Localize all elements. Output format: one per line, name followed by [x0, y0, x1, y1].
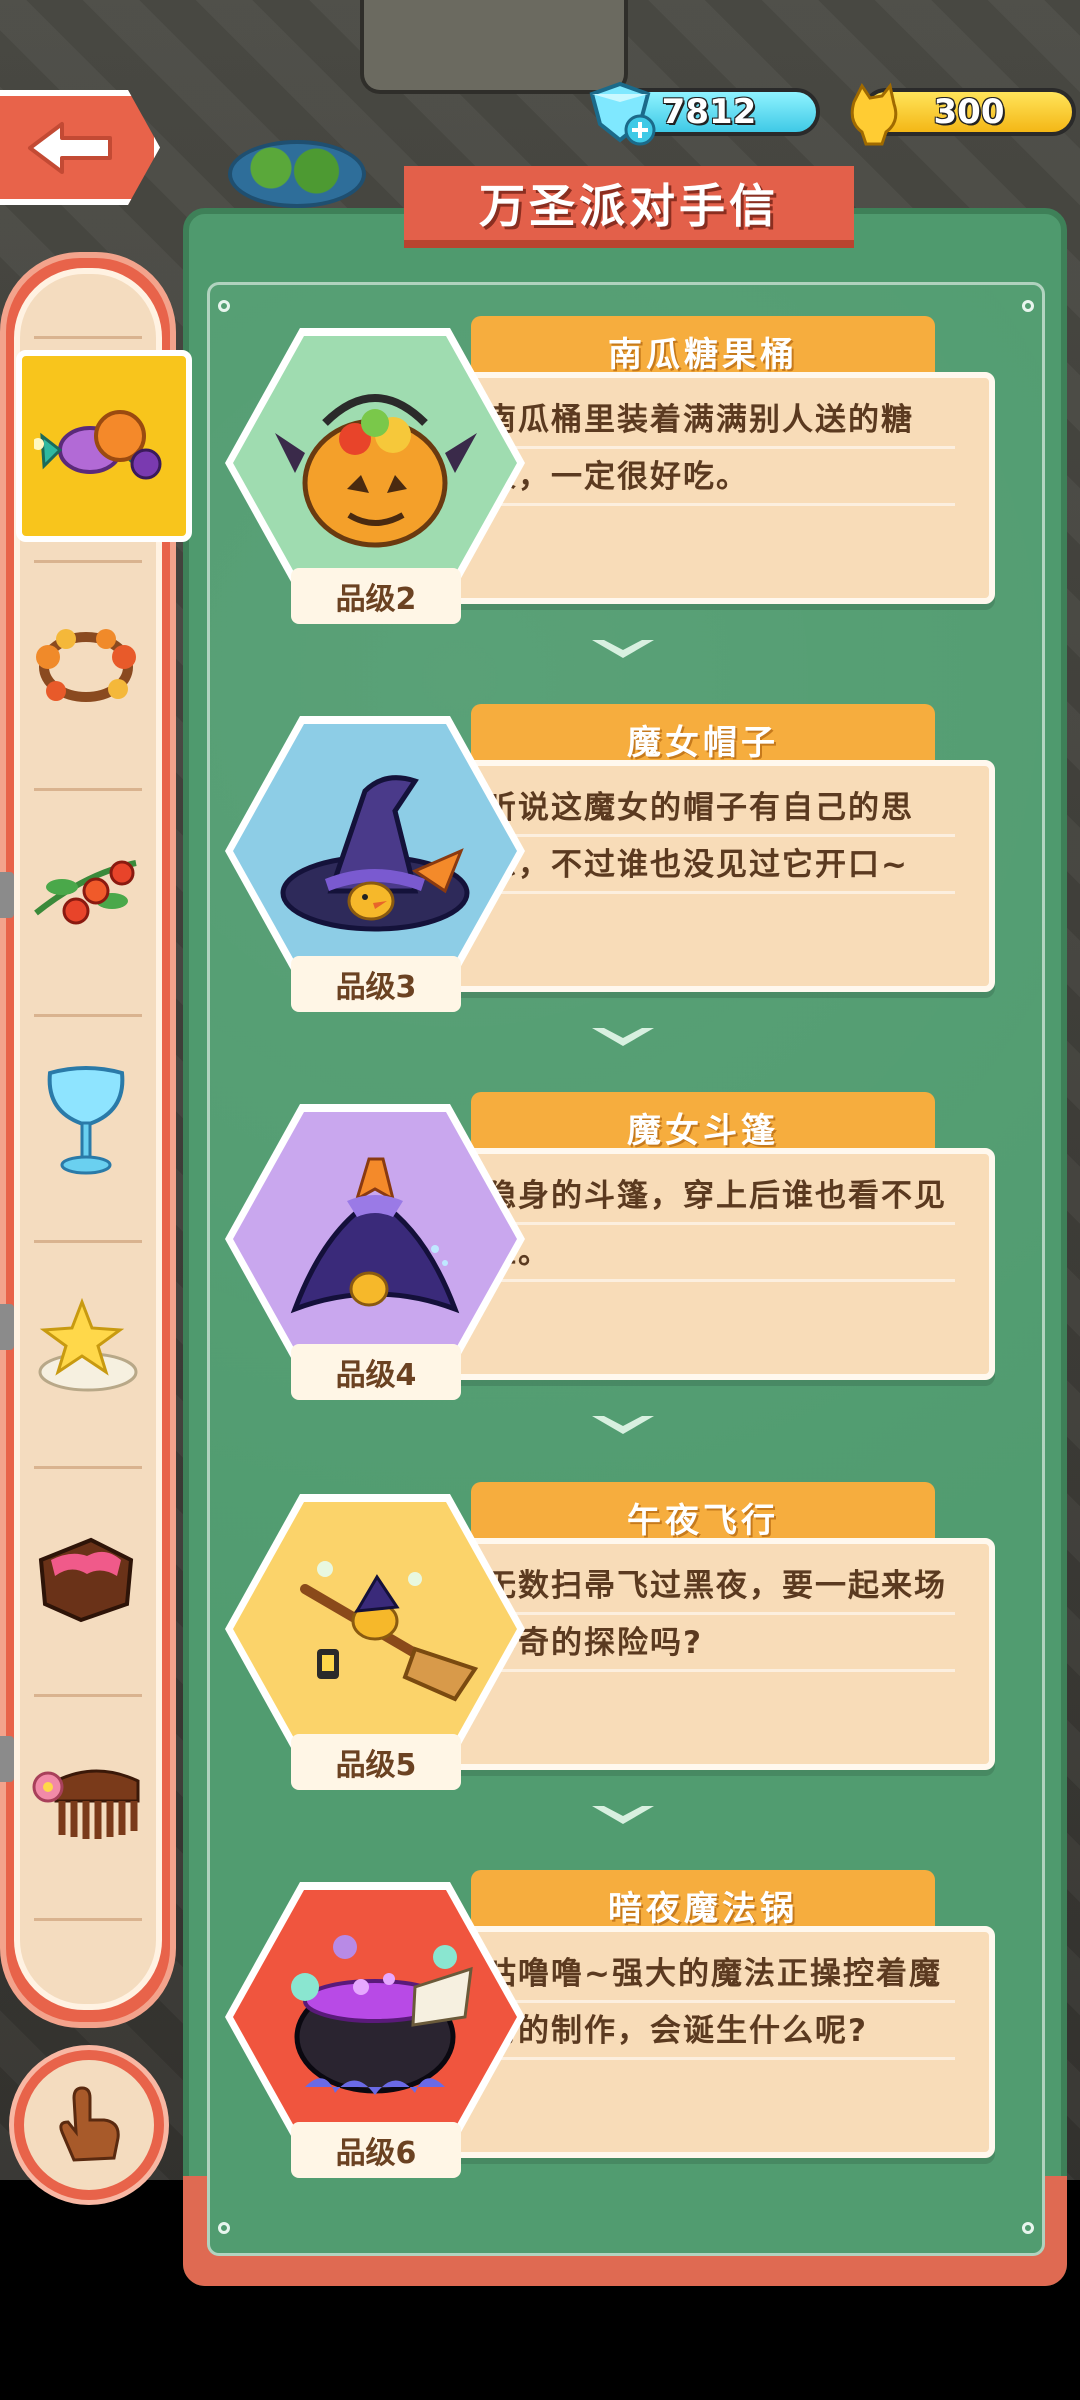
sidebar-item-candy[interactable]	[16, 350, 192, 542]
sidebar-divider	[34, 1466, 142, 1469]
gem-count: 7812	[661, 92, 757, 132]
scroll-notch	[0, 872, 14, 918]
item-description-box: 咕噜噜~强大的魔法正操控着魔药的制作，会诞生什么呢?	[445, 1926, 995, 2158]
sidebar-item-berries[interactable]	[26, 828, 146, 958]
item-description-box: 无数扫帚飞过黑夜，要一起来场神奇的探险吗?	[445, 1538, 995, 1770]
sidebar-divider	[34, 1240, 142, 1243]
sidebar-divider	[34, 560, 142, 563]
corner-dot	[1022, 300, 1034, 312]
crystal-goblet-icon	[47, 1066, 125, 1175]
sidebar-item-wreath[interactable]	[26, 602, 146, 732]
page-title: 万圣派对手信	[404, 166, 854, 248]
item-icon-bg	[233, 1502, 517, 1756]
berry-branch-icon	[34, 860, 137, 925]
witch-cloak-icon	[290, 1157, 460, 1314]
item-description: 咕噜噜~强大的魔法正操控着魔药的制作，会诞生什么呢?	[485, 1946, 955, 2060]
item-grade: 品级3	[291, 956, 461, 1012]
chevron-down-icon	[592, 640, 654, 658]
item-card[interactable]: 南瓜糖果桶 南瓜桶里装着满满别人送的糖果，一定很好吃。 品级2	[225, 316, 1015, 646]
item-description: 听说这魔女的帽子有自己的思想，不过谁也没见过它开口~	[485, 780, 955, 894]
item-description-box: 隐身的斗篷，穿上后谁也看不见谁。	[445, 1148, 995, 1380]
autumn-wreath-icon	[36, 629, 136, 702]
item-card[interactable]: 魔女斗篷 隐身的斗篷，穿上后谁也看不见谁。 品级4	[225, 1092, 1015, 1422]
item-description-box: 听说这魔女的帽子有自己的思想，不过谁也没见过它开口~	[445, 760, 995, 992]
item-icon-bg	[233, 1112, 517, 1366]
star-cloud-icon	[38, 1297, 138, 1392]
sidebar-divider	[34, 1014, 142, 1017]
candy-icon	[34, 410, 162, 480]
item-grade: 品级4	[291, 1344, 461, 1400]
sidebar-divider	[34, 1918, 142, 1921]
corner-dot	[1022, 2222, 1034, 2234]
sidebar-divider	[34, 1694, 142, 1697]
diamond-icon	[589, 81, 656, 146]
item-description: 无数扫帚飞过黑夜，要一起来场神奇的探险吗?	[485, 1558, 955, 1672]
chocolate-cake-icon	[38, 1537, 134, 1623]
chevron-down-icon	[592, 1028, 654, 1046]
item-grade: 品级2	[291, 568, 461, 624]
midnight-broom-icon	[300, 1561, 479, 1702]
chevron-down-icon	[592, 1806, 654, 1824]
item-icon-bg	[233, 336, 517, 590]
item-grade: 品级6	[291, 2122, 461, 2178]
gold-cat-icon	[850, 82, 898, 146]
scene-plant-pot	[228, 140, 366, 208]
gold-count: 300	[933, 92, 1005, 132]
item-description: 隐身的斗篷，穿上后谁也看不见谁。	[485, 1168, 955, 1282]
corner-dot	[218, 300, 230, 312]
sidebar-divider	[34, 788, 142, 791]
magic-cauldron-icon	[291, 1935, 473, 2095]
item-card[interactable]: 暗夜魔法锅 咕噜噜~强大的魔法正操控着魔药的制作，会诞生什么呢? 品级6	[225, 1870, 1015, 2200]
item-card[interactable]: 午夜飞行 无数扫帚飞过黑夜，要一起来场神奇的探险吗? 品级5	[225, 1482, 1015, 1812]
item-description: 南瓜桶里装着满满别人送的糖果，一定很好吃。	[485, 392, 955, 506]
back-button[interactable]	[0, 90, 160, 205]
item-card[interactable]: 魔女帽子 听说这魔女的帽子有自己的思想，不过谁也没见过它开口~ 品级3	[225, 704, 1015, 1034]
item-icon-bg	[233, 724, 517, 978]
sidebar-item-comb[interactable]	[26, 1736, 146, 1866]
witch-hat-icon	[280, 775, 470, 932]
scroll-notch	[0, 1304, 14, 1350]
sidebar-item-star-cloud[interactable]	[26, 1282, 146, 1412]
sidebar-item-goblet[interactable]	[26, 1058, 146, 1188]
pumpkin-candy-bucket-icon	[275, 394, 477, 548]
item-description-box: 南瓜桶里装着满满别人送的糖果，一定很好吃。	[445, 372, 995, 604]
arrow-left-icon	[28, 122, 112, 174]
hand-pointer-icon	[59, 2086, 120, 2162]
flower-comb-icon	[32, 1769, 140, 1839]
sidebar-divider	[34, 336, 142, 339]
chevron-down-icon	[592, 1416, 654, 1434]
scroll-notch	[0, 1736, 14, 1782]
corner-dot	[218, 2222, 230, 2234]
hand-pointer-button[interactable]	[14, 2050, 164, 2200]
item-grade: 品级5	[291, 1734, 461, 1790]
sidebar-item-cake[interactable]	[26, 1510, 146, 1640]
item-icon-bg	[233, 1890, 517, 2144]
